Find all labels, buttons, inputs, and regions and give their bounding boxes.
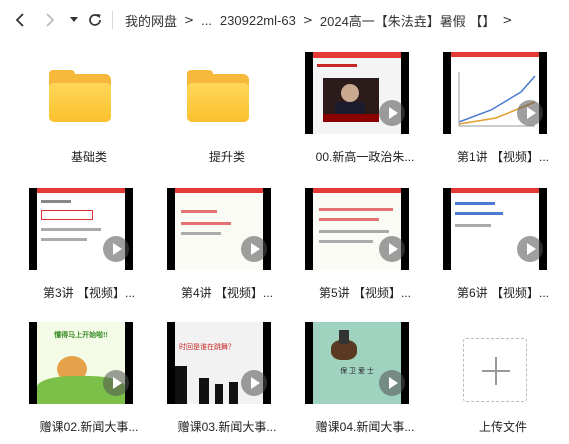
video-thumbnail bbox=[167, 188, 271, 270]
play-icon bbox=[103, 236, 129, 262]
breadcrumb-item-ellipsis[interactable]: ... bbox=[200, 13, 213, 28]
play-icon bbox=[241, 370, 267, 396]
thumbnail-title: 懂得马上开始啦!! bbox=[54, 332, 108, 339]
toolbar-divider bbox=[112, 11, 113, 29]
breadcrumb: 我的网盘 > ... 230922ml-63 > 2024高一【朱法垚】暑假 【… bbox=[124, 10, 518, 30]
file-grid: 基础类 提升类 00.新高一政治朱... 第1讲 【视频】... 第3讲 【视频… bbox=[0, 40, 569, 444]
video-thumbnail bbox=[443, 188, 547, 270]
video-thumbnail: 保 卫 爱 士 bbox=[305, 322, 409, 404]
refresh-icon[interactable] bbox=[84, 8, 106, 32]
item-label: 提升类 bbox=[208, 150, 245, 164]
breadcrumb-separator: > bbox=[184, 13, 195, 27]
play-icon bbox=[517, 100, 543, 126]
play-icon bbox=[379, 100, 405, 126]
item-label: 第3讲 【视频】... bbox=[42, 286, 135, 300]
play-icon bbox=[379, 236, 405, 262]
play-icon bbox=[241, 236, 267, 262]
item-label: 第4讲 【视频】... bbox=[180, 286, 273, 300]
item-label: 赠课04.新闻大事... bbox=[315, 420, 415, 434]
item-label: 赠课03.新闻大事... bbox=[177, 420, 277, 434]
folder-icon bbox=[187, 70, 249, 122]
item-label: 00.新高一政治朱... bbox=[315, 150, 415, 164]
item-label: 第1讲 【视频】... bbox=[456, 150, 549, 164]
item-label: 第5讲 【视频】... bbox=[318, 286, 411, 300]
upload-label: 上传文件 bbox=[478, 420, 527, 434]
play-icon bbox=[379, 370, 405, 396]
plus-icon[interactable] bbox=[463, 338, 527, 402]
item-label: 第6讲 【视频】... bbox=[456, 286, 549, 300]
caret-down-icon[interactable] bbox=[66, 8, 82, 32]
breadcrumb-separator: > bbox=[502, 13, 513, 27]
breadcrumb-item-root[interactable]: 我的网盘 bbox=[124, 11, 178, 30]
breadcrumb-item-parent[interactable]: 230922ml-63 bbox=[219, 13, 297, 28]
item-label: 基础类 bbox=[70, 150, 107, 164]
thumbnail-title: 时回是谁在跳舞？ bbox=[179, 344, 235, 351]
item-label: 赠课02.新闻大事... bbox=[39, 420, 139, 434]
play-icon bbox=[103, 370, 129, 396]
video-thumbnail: 时回是谁在跳舞？ bbox=[167, 322, 271, 404]
video-thumbnail bbox=[29, 188, 133, 270]
chevron-left-icon[interactable] bbox=[8, 8, 32, 32]
play-icon bbox=[517, 236, 543, 262]
breadcrumb-separator: > bbox=[302, 13, 313, 27]
folder-icon bbox=[49, 70, 111, 122]
chevron-right-icon[interactable] bbox=[38, 8, 62, 32]
toolbar: 我的网盘 > ... 230922ml-63 > 2024高一【朱法垚】暑假 【… bbox=[0, 0, 569, 40]
video-thumbnail: 懂得马上开始啦!! bbox=[29, 322, 133, 404]
breadcrumb-item-current[interactable]: 2024高一【朱法垚】暑假 【】 bbox=[319, 11, 497, 30]
video-thumbnail bbox=[305, 52, 409, 134]
video-thumbnail bbox=[305, 188, 409, 270]
video-thumbnail bbox=[443, 52, 547, 134]
